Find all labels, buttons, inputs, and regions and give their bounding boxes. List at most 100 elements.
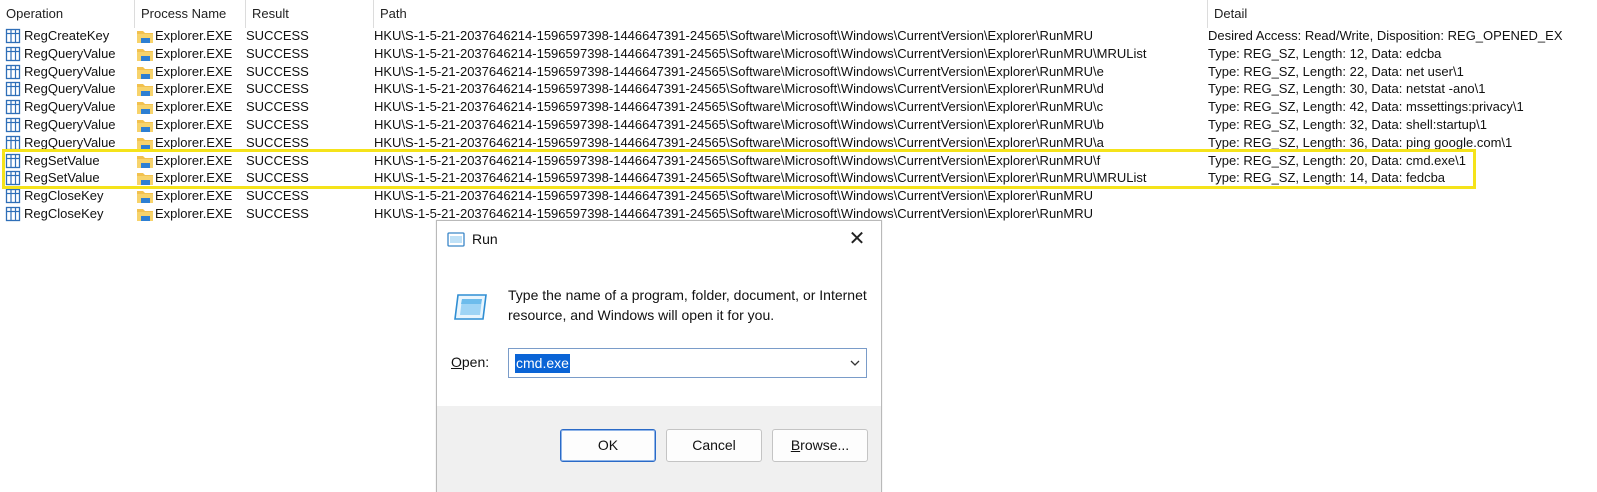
run-dialog-description: Type the name of a program, folder, docu… <box>508 287 867 323</box>
registry-icon <box>5 28 21 44</box>
detail-cell: Type: REG_SZ, Length: 42, Data: mssettin… <box>1208 99 1524 115</box>
detail-cell: Type: REG_SZ, Length: 36, Data: ping goo… <box>1208 134 1513 150</box>
detail-cell <box>1208 187 1597 205</box>
cancel-button[interactable]: Cancel <box>666 429 762 462</box>
explorer-folder-icon <box>137 208 153 221</box>
column-header-path[interactable]: Path <box>374 0 1208 28</box>
process-name-cell: Explorer.EXE <box>155 63 233 79</box>
event-row[interactable]: RegCloseKey Explorer.EXE SUCCESS HKU\S-1… <box>0 187 1597 205</box>
result-cell: SUCCESS <box>246 81 309 97</box>
event-list: RegCreateKey Explorer.EXE SUCCESS HKU\S-… <box>0 27 1597 223</box>
result-cell: SUCCESS <box>246 205 309 221</box>
open-label-text: pen: <box>461 354 490 370</box>
detail-cell: Type: REG_SZ, Length: 14, Data: fedcba <box>1208 170 1446 186</box>
explorer-folder-icon <box>137 66 153 79</box>
path-cell: HKU\S-1-5-21-2037646214-1596597398-14466… <box>374 28 1094 43</box>
operation-cell: RegCloseKey <box>24 205 104 221</box>
column-header-operation[interactable]: Operation <box>0 0 135 28</box>
explorer-folder-icon <box>137 137 153 150</box>
operation-cell: RegQueryValue <box>24 45 116 61</box>
column-header-result[interactable]: Result <box>246 0 374 28</box>
registry-icon <box>5 189 21 204</box>
operation-cell: RegQueryValue <box>24 134 116 150</box>
run-dialog-title: Run <box>472 231 498 247</box>
detail-cell: Desired Access: Read/Write, Disposition:… <box>1208 28 1563 43</box>
path-cell: HKU\S-1-5-21-2037646214-1596597398-14466… <box>374 99 1104 115</box>
explorer-folder-icon <box>137 155 153 168</box>
operation-cell: RegSetValue <box>24 170 100 186</box>
path-cell: HKU\S-1-5-21-2037646214-1596597398-14466… <box>374 116 1104 132</box>
open-label-accelerator: O <box>451 354 462 370</box>
registry-icon <box>5 64 21 79</box>
browse-accelerator: B <box>790 437 801 453</box>
event-row[interactable]: RegQueryValue Explorer.EXE SUCCESS HKU\S… <box>0 116 1597 134</box>
run-program-icon <box>454 294 487 320</box>
explorer-folder-icon <box>137 31 153 43</box>
registry-icon <box>5 206 21 222</box>
process-name-cell: Explorer.EXE <box>155 188 233 204</box>
operation-cell: RegQueryValue <box>24 81 116 97</box>
result-cell: SUCCESS <box>246 99 309 115</box>
operation-cell: RegCreateKey <box>24 28 110 43</box>
process-name-cell: Explorer.EXE <box>155 28 233 43</box>
result-cell: SUCCESS <box>246 63 309 79</box>
process-name-cell: Explorer.EXE <box>155 45 233 61</box>
registry-icon <box>5 46 21 61</box>
process-name-cell: Explorer.EXE <box>155 152 233 168</box>
browse-button[interactable]: Browse... <box>772 429 868 462</box>
event-row[interactable]: RegSetValue Explorer.EXE SUCCESS HKU\S-1… <box>0 169 1597 187</box>
event-row[interactable]: RegQueryValue Explorer.EXE SUCCESS HKU\S… <box>0 98 1597 116</box>
event-row[interactable]: RegQueryValue Explorer.EXE SUCCESS HKU\S… <box>0 63 1597 81</box>
path-cell: HKU\S-1-5-21-2037646214-1596597398-14466… <box>374 188 1094 204</box>
detail-cell: Type: REG_SZ, Length: 32, Data: shell:st… <box>1208 116 1487 132</box>
process-name-cell: Explorer.EXE <box>155 116 233 132</box>
ok-button[interactable]: OK <box>560 429 656 462</box>
event-row[interactable]: RegSetValue Explorer.EXE SUCCESS HKU\S-1… <box>0 152 1597 170</box>
column-header-process-name[interactable]: Process Name <box>135 0 246 28</box>
detail-cell <box>1208 205 1597 223</box>
open-combobox[interactable]: cmd.exe <box>508 348 867 378</box>
event-row[interactable]: RegCreateKey Explorer.EXE SUCCESS HKU\S-… <box>0 27 1597 45</box>
event-row[interactable]: RegQueryValue Explorer.EXE SUCCESS HKU\S… <box>0 80 1597 98</box>
result-cell: SUCCESS <box>246 152 309 168</box>
path-cell: HKU\S-1-5-21-2037646214-1596597398-14466… <box>374 152 1101 168</box>
run-dialog: Run ✕ Type the name of a program, folder… <box>436 220 882 492</box>
path-cell: HKU\S-1-5-21-2037646214-1596597398-14466… <box>374 81 1104 97</box>
result-cell: SUCCESS <box>246 45 309 61</box>
run-dialog-titlebar[interactable]: Run ✕ <box>437 221 881 259</box>
path-cell: HKU\S-1-5-21-2037646214-1596597398-14466… <box>374 134 1104 150</box>
operation-cell: RegQueryValue <box>24 116 116 132</box>
column-header-detail[interactable]: Detail <box>1208 0 1597 28</box>
operation-cell: RegQueryValue <box>24 99 116 115</box>
result-cell: SUCCESS <box>246 170 309 186</box>
registry-icon <box>5 100 21 115</box>
explorer-folder-icon <box>137 84 153 97</box>
explorer-folder-icon <box>137 48 153 61</box>
open-label: Open: <box>451 354 489 370</box>
close-icon[interactable]: ✕ <box>843 228 871 252</box>
explorer-folder-icon <box>137 191 153 204</box>
path-cell: HKU\S-1-5-21-2037646214-1596597398-14466… <box>374 45 1147 61</box>
result-cell: SUCCESS <box>246 188 309 204</box>
process-name-cell: Explorer.EXE <box>155 99 233 115</box>
event-row[interactable]: RegQueryValue Explorer.EXE SUCCESS HKU\S… <box>0 134 1597 152</box>
result-cell: SUCCESS <box>246 28 309 43</box>
path-cell: HKU\S-1-5-21-2037646214-1596597398-14466… <box>374 170 1147 186</box>
chevron-down-icon[interactable] <box>849 357 861 369</box>
process-name-cell: Explorer.EXE <box>155 205 233 221</box>
operation-cell: RegCloseKey <box>24 188 104 204</box>
registry-icon <box>5 153 21 168</box>
process-name-cell: Explorer.EXE <box>155 170 233 186</box>
event-row[interactable]: RegQueryValue Explorer.EXE SUCCESS HKU\S… <box>0 45 1597 63</box>
operation-cell: RegSetValue <box>24 152 100 168</box>
registry-icon <box>5 117 21 133</box>
operation-cell: RegQueryValue <box>24 63 116 79</box>
run-icon <box>447 232 465 247</box>
process-name-cell: Explorer.EXE <box>155 134 233 150</box>
explorer-folder-icon <box>137 119 153 132</box>
detail-cell: Type: REG_SZ, Length: 20, Data: cmd.exe\… <box>1208 152 1466 168</box>
open-input[interactable]: cmd.exe <box>515 354 570 373</box>
process-name-cell: Explorer.EXE <box>155 81 233 97</box>
registry-icon <box>5 171 21 186</box>
column-header-bar: Operation Process Name Result Path Detai… <box>0 0 1597 28</box>
